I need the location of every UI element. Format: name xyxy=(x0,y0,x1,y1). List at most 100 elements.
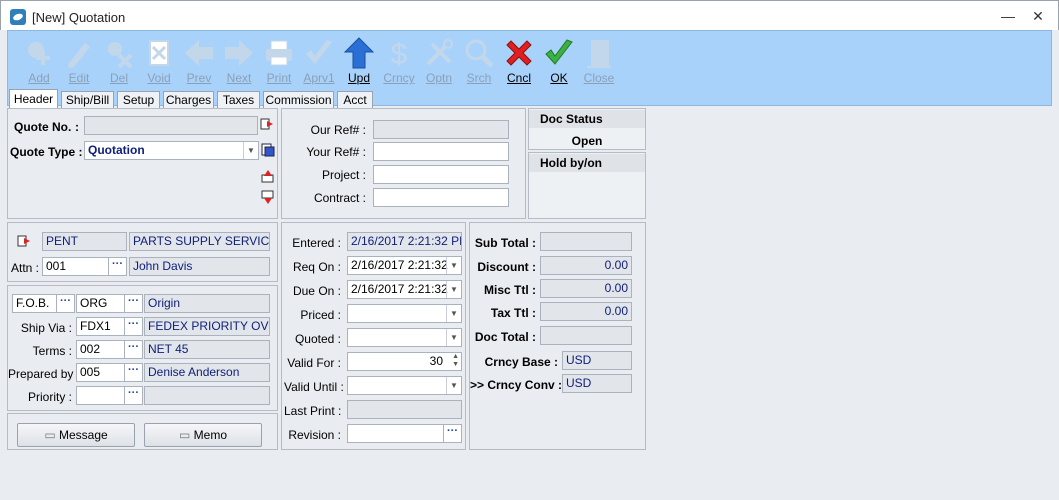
last-print-label: Last Print : xyxy=(284,404,342,418)
pencil-icon xyxy=(68,43,90,68)
due-on-date-picker[interactable]: 2/16/2017 2:21:32 ▼ xyxy=(347,280,462,299)
quote-no-field xyxy=(84,116,258,135)
quoted-label: Quoted : xyxy=(294,332,341,346)
priority-name-field xyxy=(144,386,270,405)
toolbar-del-button[interactable]: Del xyxy=(99,35,139,87)
toolbar-prev-button[interactable]: Prev xyxy=(179,35,219,87)
window-title-bar: [New] Quotation — ✕ xyxy=(0,0,1059,30)
tab-taxes[interactable]: Taxes xyxy=(217,91,260,108)
toolbar-ok-button[interactable]: OK xyxy=(539,35,579,87)
tab-setup[interactable]: Setup xyxy=(117,91,160,108)
toolbar-optn-button[interactable]: Optn xyxy=(419,35,459,87)
fob-code-lookup-button[interactable]: ··· xyxy=(124,294,143,313)
memo-button[interactable]: ▭ Memo xyxy=(144,423,262,447)
revision-input[interactable] xyxy=(347,424,444,443)
attn-lookup-button[interactable]: ··· xyxy=(108,257,127,276)
chevron-down-icon[interactable]: ▼ xyxy=(446,329,461,346)
toolbar-cncl-button[interactable]: Cncl xyxy=(499,35,539,87)
close-window-button[interactable]: ✕ xyxy=(1025,5,1051,27)
terms-lookup-button[interactable]: ··· xyxy=(124,340,143,359)
tab-header[interactable]: Header xyxy=(9,89,58,108)
tab-ship-bill[interactable]: Ship/Bill xyxy=(61,91,114,108)
arrow-down-red-icon[interactable] xyxy=(260,190,276,206)
our-ref-field xyxy=(373,120,509,139)
due-on-label: Due On : xyxy=(292,284,341,298)
tools-icon xyxy=(426,39,453,66)
toolbar-label: Close xyxy=(583,71,615,85)
doc-total-field xyxy=(540,326,632,345)
your-ref-label: Your Ref# : xyxy=(306,145,366,159)
chevron-down-icon[interactable]: ▼ xyxy=(446,281,461,298)
toolbar-next-button[interactable]: Next xyxy=(219,35,259,87)
your-ref-input[interactable] xyxy=(373,142,509,161)
priced-date-picker[interactable]: ▼ xyxy=(347,304,462,323)
fob-name-field: Origin xyxy=(144,294,270,313)
arrow-right-red-icon[interactable] xyxy=(260,116,276,132)
valid-until-label: Valid Until : xyxy=(284,380,344,394)
dollar-icon: $ xyxy=(391,38,408,69)
project-label: Project : xyxy=(321,168,366,182)
chevron-down-icon[interactable]: ▼ xyxy=(446,257,461,274)
cancel-x-icon xyxy=(506,40,532,66)
toolbar-print-button[interactable]: Print xyxy=(259,35,299,87)
doc-status-header: Doc Status xyxy=(529,110,645,128)
tab-acct[interactable]: Acct xyxy=(337,91,373,108)
svg-text:$: $ xyxy=(391,38,408,69)
prepared-by-lookup-button[interactable]: ··· xyxy=(124,363,143,382)
add-icon xyxy=(28,42,50,65)
quote-type-label: Quote Type : xyxy=(10,145,83,159)
terms-label: Terms : xyxy=(32,344,72,358)
chevron-down-icon[interactable]: ▼ xyxy=(446,377,461,394)
ship-via-input[interactable]: FDX1 xyxy=(76,317,125,336)
attn-name-field: John Davis xyxy=(129,257,270,276)
toolbar-aprv1-button[interactable]: Aprv1 xyxy=(299,35,339,87)
entered-field: 2/16/2017 2:21:32 PM xyxy=(347,232,462,251)
req-on-date-picker[interactable]: 2/16/2017 2:21:32 ▼ xyxy=(347,256,462,275)
arrow-up-icon xyxy=(343,37,375,69)
toolbar-void-button[interactable]: Void xyxy=(139,35,179,87)
copy-document-icon[interactable] xyxy=(260,142,276,158)
valid-for-spinner[interactable]: 30 ▲ ▼ xyxy=(347,352,462,371)
revision-lookup-button[interactable]: ··· xyxy=(443,424,462,443)
door-icon xyxy=(587,40,611,68)
toolbar-crncy-button[interactable]: $ Crncy xyxy=(379,35,419,87)
ship-via-lookup-button[interactable]: ··· xyxy=(124,317,143,336)
valid-until-date-picker[interactable]: ▼ xyxy=(347,376,462,395)
prepared-by-name-field: Denise Anderson xyxy=(144,363,270,382)
fob-lookup-button[interactable]: ··· xyxy=(56,294,75,313)
priority-input[interactable] xyxy=(76,386,125,405)
message-button[interactable]: ▭ Message xyxy=(17,423,135,447)
tab-charges[interactable]: Charges xyxy=(163,91,214,108)
prepared-by-input[interactable]: 005 xyxy=(76,363,125,382)
terms-input[interactable]: 002 xyxy=(76,340,125,359)
arrow-up-red-icon[interactable] xyxy=(260,168,276,184)
discount-label: Discount : xyxy=(477,260,536,274)
terms-name-field: NET 45 xyxy=(144,340,270,359)
toolbar-upd-button[interactable]: Upd xyxy=(339,35,379,87)
fob-code-input[interactable]: ORG xyxy=(76,294,125,313)
project-input[interactable] xyxy=(373,165,509,184)
tax-total-label: Tax Ttl : xyxy=(490,306,536,320)
quoted-date-picker[interactable]: ▼ xyxy=(347,328,462,347)
minimize-button[interactable]: — xyxy=(995,5,1021,27)
contract-input[interactable] xyxy=(373,188,509,207)
priority-lookup-button[interactable]: ··· xyxy=(124,386,143,405)
chevron-down-icon[interactable]: ▼ xyxy=(243,142,258,159)
quote-no-colon: : xyxy=(75,120,79,134)
toolbar-close-button[interactable]: Close xyxy=(579,35,619,87)
discount-field: 0.00 xyxy=(540,256,632,275)
chevron-down-icon[interactable]: ▼ xyxy=(446,305,461,322)
tab-commission[interactable]: Commission xyxy=(263,91,334,108)
checkmark-icon xyxy=(306,40,332,64)
ship-via-label: Ship Via : xyxy=(20,321,72,335)
ok-check-icon xyxy=(545,39,573,65)
toolbar-edit-button[interactable]: Edit xyxy=(59,35,99,87)
doc-total-label: Doc Total : xyxy=(474,330,536,344)
revision-label: Revision : xyxy=(288,428,341,442)
toolbar-srch-button[interactable]: Srch xyxy=(459,35,499,87)
quote-type-select[interactable]: Quotation ▼ xyxy=(84,141,259,160)
spinner-arrows-icon[interactable]: ▲ ▼ xyxy=(452,353,459,369)
customer-lookup-icon[interactable] xyxy=(17,233,33,249)
attn-code-input[interactable]: 001 xyxy=(42,257,109,276)
toolbar-add-button[interactable]: Add xyxy=(19,35,59,87)
